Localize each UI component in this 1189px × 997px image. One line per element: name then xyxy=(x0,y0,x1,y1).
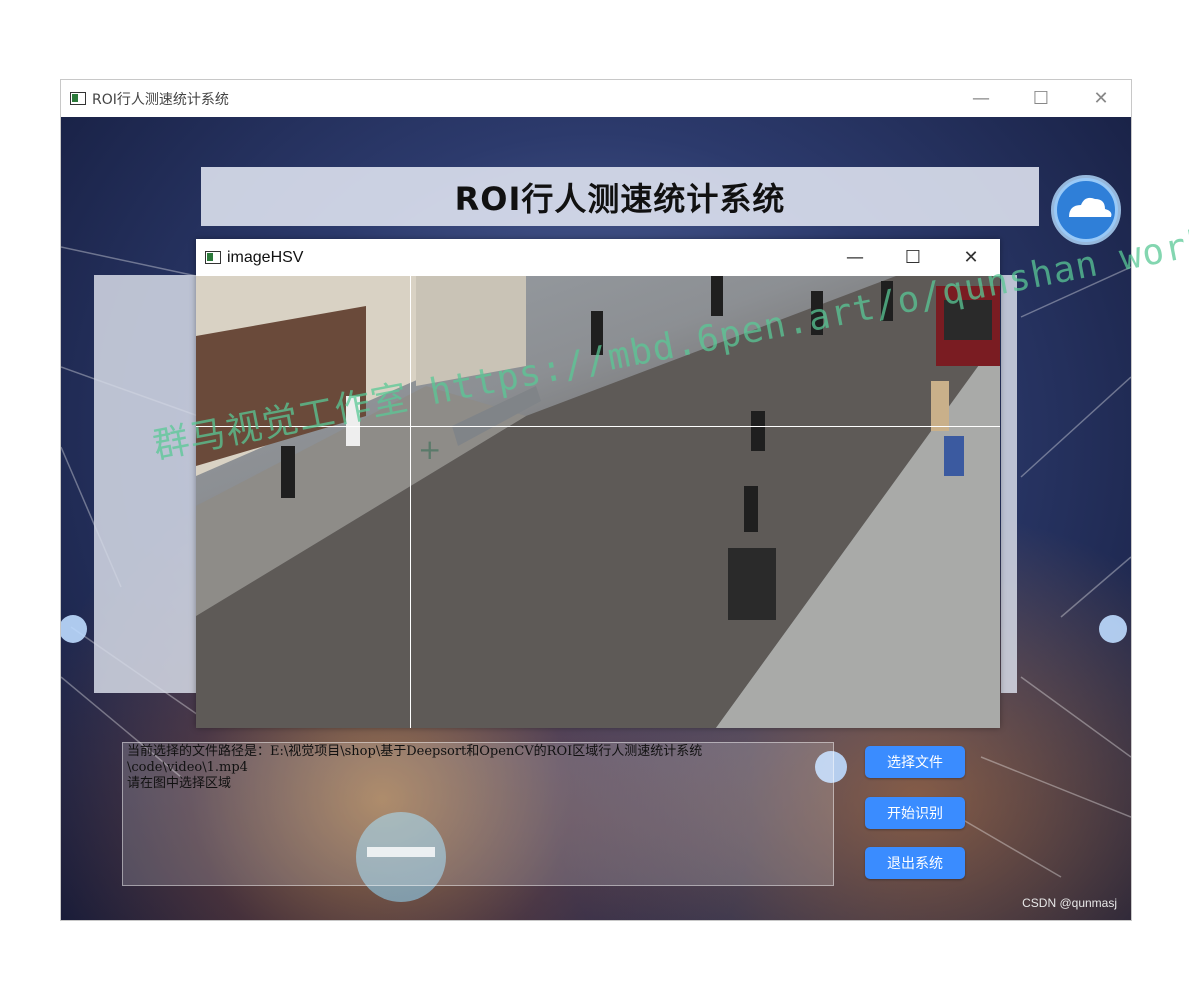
maximize-button[interactable]: ☐ xyxy=(1011,80,1071,117)
minimize-button[interactable]: — xyxy=(826,239,884,276)
app-window-icon xyxy=(205,251,221,264)
main-window-title: ROI行人测速统计系统 xyxy=(92,91,229,108)
left-display-panel xyxy=(94,275,204,693)
minimize-button[interactable]: — xyxy=(951,80,1011,117)
close-button[interactable]: ✕ xyxy=(1071,80,1131,117)
imagehsv-title: imageHSV xyxy=(227,248,304,266)
main-titlebar: ROI行人测速统计系统 — ☐ ✕ xyxy=(61,80,1131,117)
select-file-button[interactable]: 选择文件 xyxy=(865,746,965,778)
system-title: ROI行人测速统计系统 xyxy=(454,179,786,218)
exit-system-button[interactable]: 退出系统 xyxy=(865,847,965,879)
log-textbox[interactable]: 当前选择的文件路径是：E:\视觉项目\shop\基于Deepsort和OpenC… xyxy=(122,742,834,886)
csdn-watermark: CSDN @qunmasj xyxy=(1022,896,1117,910)
start-recognition-button[interactable]: 开始识别 xyxy=(865,797,965,829)
log-line: 请在图中选择区域 xyxy=(127,776,232,791)
log-line: 当前选择的文件路径是：E:\视觉项目\shop\基于Deepsort和OpenC… xyxy=(127,744,703,759)
imagehsv-titlebar: imageHSV — ☐ ✕ xyxy=(196,239,1000,276)
crosshair-cursor-icon: + xyxy=(418,433,442,466)
log-line: \code\video\1.mp4 xyxy=(127,760,248,775)
crosshair-vertical xyxy=(410,276,411,728)
main-window-controls: — ☐ ✕ xyxy=(951,80,1131,117)
right-display-panel xyxy=(1001,275,1017,693)
app-window-icon xyxy=(70,92,86,105)
title-banner: ROI行人测速统计系统 xyxy=(201,167,1039,226)
